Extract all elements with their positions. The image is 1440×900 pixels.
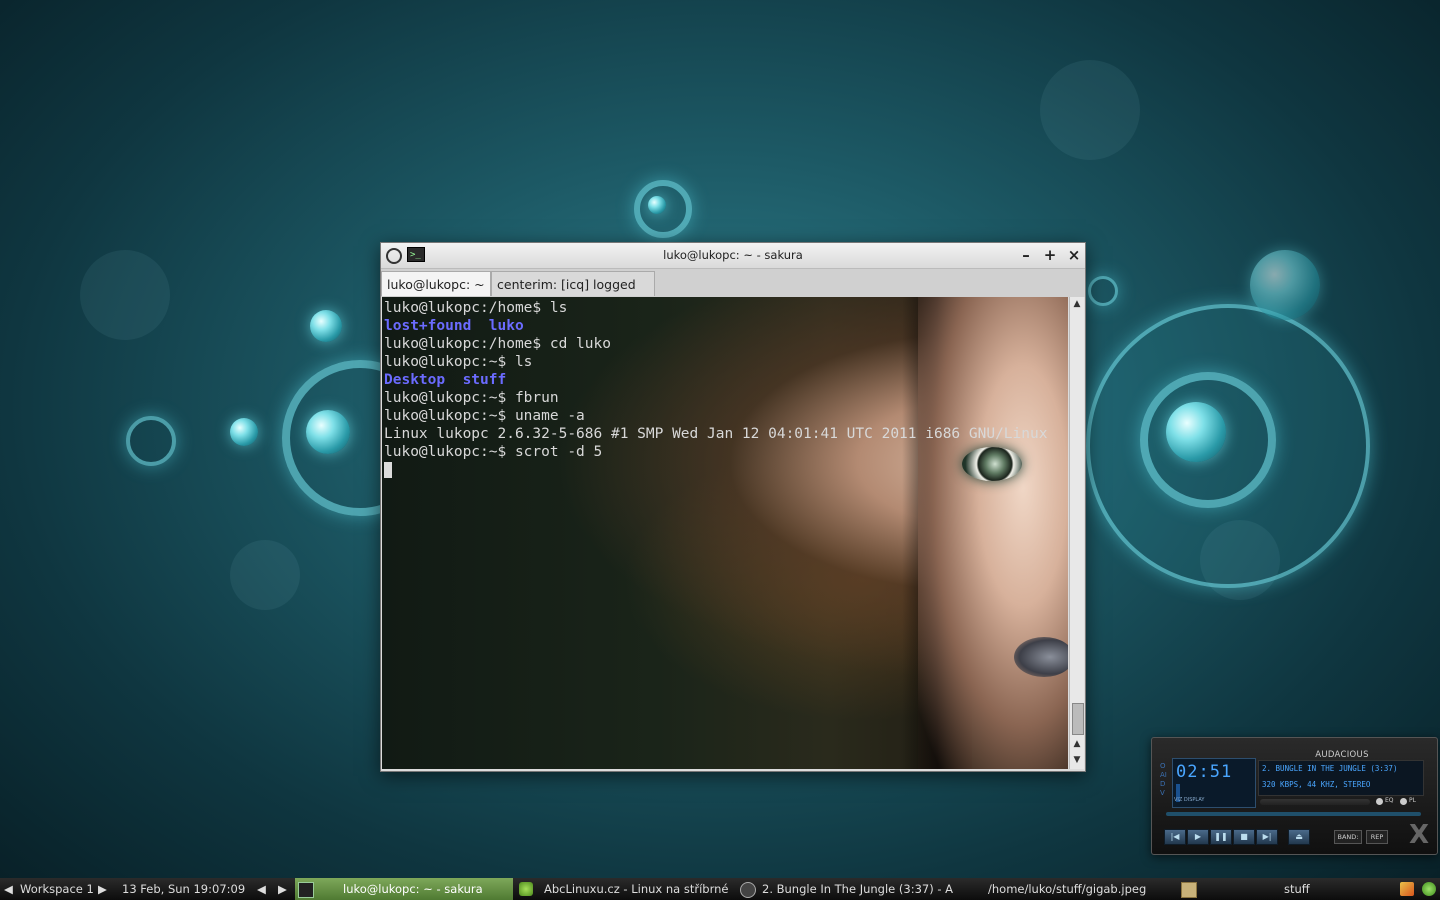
wallpaper-orb (1166, 402, 1226, 462)
maximize-button[interactable]: + (1041, 246, 1059, 264)
scrollbar-thumb[interactable] (1072, 703, 1084, 735)
tray-status-icon[interactable] (1422, 882, 1436, 896)
wallpaper-bubble (80, 250, 170, 340)
audacious-icon (740, 882, 756, 898)
wallpaper-bubble (230, 540, 300, 610)
terminal-line: luko@lukopc:~$ scrot -d 5 (384, 444, 603, 460)
tab-centerim[interactable]: centerim: [icq] logged in (491, 271, 655, 317)
task-browser[interactable]: AbcLinuxu.cz - Linux na stříbrné (516, 878, 734, 900)
terminal-line: luko@lukopc:~$ uname -a (384, 408, 585, 424)
tab-bar: luko@lukopc: ~ centerim: [icq] logged in (381, 269, 1085, 317)
task-label: AbcLinuxu.cz - Linux na stříbrné (544, 882, 729, 896)
scroll-up-icon[interactable]: ▲ (1070, 737, 1084, 751)
eq-toggle[interactable] (1376, 798, 1383, 805)
terminal-area[interactable]: luko@lukopc:/home$ ls lost+found luko luko… (382, 297, 1068, 769)
wallpaper-orb (230, 418, 258, 446)
dir-entry: lost+found (384, 318, 472, 334)
tray-icon[interactable] (1400, 882, 1414, 896)
scroll-up-icon[interactable]: ▲ (1070, 297, 1084, 311)
player-side-label: OAIDV (1160, 762, 1167, 797)
playlist-toggle[interactable] (1400, 798, 1407, 805)
window-titlebar[interactable]: >_ luko@lukopc: ~ - sakura – + × (381, 243, 1085, 269)
wallpaper-ring (126, 416, 176, 466)
dir-entry: Desktop (384, 372, 446, 388)
folder-icon (1181, 882, 1197, 898)
task-label: 2. Bungle In The Jungle (3:37) - A (762, 882, 954, 896)
wallpaper-orb (1250, 250, 1320, 320)
task-prev-button[interactable]: ◀ (257, 878, 266, 900)
minimize-button[interactable]: – (1017, 246, 1035, 264)
play-button[interactable]: ▶ (1187, 829, 1209, 845)
tab-shell[interactable]: luko@lukopc: ~ (381, 271, 491, 296)
workspace-next-button[interactable]: ▶ (98, 878, 107, 900)
repeat-button[interactable]: REP (1366, 830, 1388, 844)
terminal-line: Linux lukopc 2.6.32-5-686 #1 SMP Wed Jan… (384, 426, 1048, 442)
terminal-window[interactable]: >_ luko@lukopc: ~ - sakura – + × luko@lu… (380, 242, 1086, 772)
workspace-name[interactable]: Workspace 1 (20, 878, 94, 900)
terminal-output: luko@lukopc:/home$ ls lost+found luko luko… (384, 299, 1047, 479)
wallpaper-ring (1088, 276, 1118, 306)
wallpaper-orb (306, 410, 350, 454)
seek-bar[interactable] (1166, 812, 1421, 816)
terminal-scrollbar[interactable]: ▲ ▲ ▼ (1069, 297, 1084, 769)
terminal-cursor (384, 462, 392, 478)
terminal-line: luko@lukopc:~$ ls (384, 354, 533, 370)
terminal-line: luko@lukopc:~$ fbrun (384, 390, 559, 406)
terminal-icon (298, 882, 314, 898)
dir-entry: stuff (462, 372, 507, 388)
next-button[interactable]: ▶| (1256, 829, 1278, 845)
track-title: 2. BUNGLE IN THE JUNGLE (3:37) (1262, 764, 1398, 773)
visualizer-label: VIZ DISPLAY (1174, 797, 1205, 803)
previous-button[interactable]: |◀ (1164, 829, 1186, 845)
player-logo: X (1408, 820, 1429, 850)
terminal-line: luko@lukopc:/home$ ls (384, 300, 568, 316)
task-sakura[interactable]: luko@lukopc: ~ - sakura (295, 878, 513, 900)
player-time: 02:51 (1176, 762, 1233, 782)
wallpaper-orb (648, 196, 666, 214)
background-lips (1014, 637, 1068, 677)
terminal-line (384, 461, 1047, 479)
dir-entry: luko (488, 318, 524, 334)
terminal-line: Desktop stuff (384, 371, 1047, 389)
workspace-prev-button[interactable]: ◀ (4, 878, 13, 900)
terminal-line: luko@lukopc:/home$ cd luko (384, 336, 611, 352)
player-name: AUDACIOUS (1315, 750, 1369, 760)
clock: 13 Feb, Sun 19:07:09 (122, 882, 246, 896)
task-audacious[interactable]: 2. Bungle In The Jungle (3:37) - A (737, 878, 955, 900)
task-file-manager[interactable]: stuff (1178, 878, 1396, 900)
task-label: /home/luko/stuff/gigab.jpeg (988, 882, 1147, 896)
track-bitrate: 320 KBPS, 44 KHZ, STEREO (1262, 780, 1371, 789)
scroll-down-icon[interactable]: ▼ (1070, 753, 1084, 767)
pause-button[interactable]: ❚❚ (1210, 829, 1232, 845)
close-button[interactable]: × (1065, 246, 1083, 264)
eq-label: EQ (1385, 797, 1394, 804)
eject-button[interactable]: ⏏ (1288, 829, 1310, 845)
wallpaper-bubble (1040, 60, 1140, 160)
stop-button[interactable]: ■ (1233, 829, 1255, 845)
volume-slider[interactable] (1260, 799, 1370, 805)
terminal-line: lost+found luko (384, 317, 1047, 335)
wallpaper-orb (310, 310, 342, 342)
band-button[interactable]: BAND: (1334, 830, 1362, 844)
audacious-player[interactable]: OAIDV 02:51 VIZ DISPLAY AUDACIOUS 2. BUN… (1151, 737, 1438, 855)
window-title: luko@lukopc: ~ - sakura (663, 248, 803, 262)
task-next-button[interactable]: ▶ (278, 878, 287, 900)
pl-label: PL (1409, 797, 1416, 804)
task-label: stuff (1284, 882, 1310, 896)
task-label: luko@lukopc: ~ - sakura (343, 882, 483, 896)
taskbar: ◀ Workspace 1 ▶ 13 Feb, Sun 19:07:09 ◀ ▶… (0, 878, 1440, 900)
task-image-viewer[interactable]: /home/luko/stuff/gigab.jpeg (958, 878, 1176, 900)
browser-icon (519, 882, 533, 896)
